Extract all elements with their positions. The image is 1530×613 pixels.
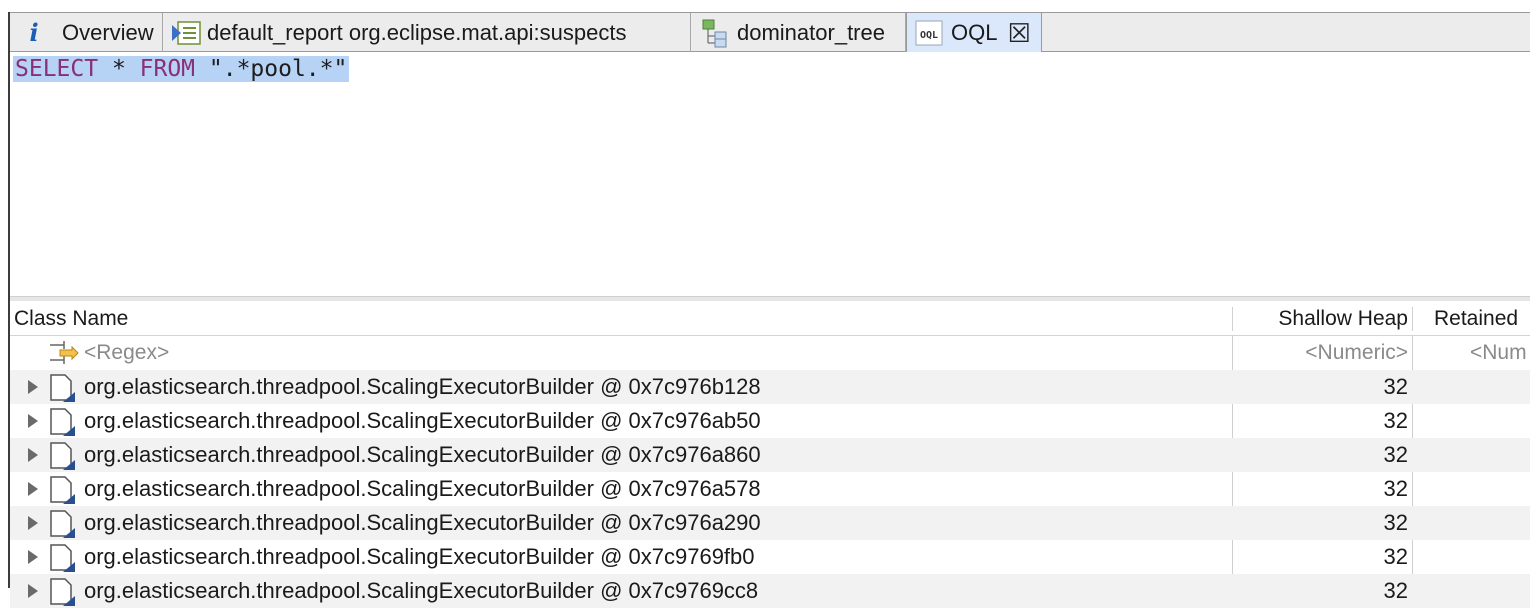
table-header: Class Name Shallow Heap Retained xyxy=(10,301,1530,336)
class-name-cell: org.elasticsearch.threadpool.ScalingExec… xyxy=(84,510,761,535)
keyword-select: SELECT xyxy=(15,56,99,82)
regex-filter-input[interactable]: <Regex> xyxy=(84,336,169,370)
tab-dominator-tree[interactable]: dominator_tree xyxy=(691,13,906,52)
query-text: SELECT * FROM ".*pool.*" xyxy=(13,56,350,82)
class-name-cell: org.elasticsearch.threadpool.ScalingExec… xyxy=(84,476,761,501)
table-row[interactable]: org.elasticsearch.threadpool.ScalingExec… xyxy=(10,438,1530,472)
column-header-retained[interactable]: Retained xyxy=(1434,301,1530,336)
table-row[interactable]: org.elasticsearch.threadpool.ScalingExec… xyxy=(10,506,1530,540)
column-header-shallow-heap[interactable]: Shallow Heap xyxy=(1232,301,1408,336)
tab-label: OQL xyxy=(951,19,998,45)
report-icon xyxy=(169,19,203,47)
shallow-heap-cell: 32 xyxy=(1383,476,1408,501)
class-name-cell: org.elasticsearch.threadpool.ScalingExec… xyxy=(84,374,761,399)
oql-icon: OQL xyxy=(915,20,943,46)
table-row[interactable]: org.elasticsearch.threadpool.ScalingExec… xyxy=(10,404,1530,438)
shallow-heap-filter-input[interactable]: <Numeric> xyxy=(1236,336,1408,370)
object-instance-icon xyxy=(48,577,78,613)
close-icon[interactable]: ☒ xyxy=(1007,20,1030,46)
results-table: Class Name Shallow Heap Retained <Regex>… xyxy=(10,301,1530,608)
tab-default-report[interactable]: default_report org.eclipse.mat.api:suspe… xyxy=(163,13,691,52)
column-header-class-name[interactable]: Class Name xyxy=(14,301,1224,336)
table-row[interactable]: org.elasticsearch.threadpool.ScalingExec… xyxy=(10,574,1530,608)
keyword-from: FROM xyxy=(139,56,196,82)
shallow-heap-cell: 32 xyxy=(1383,578,1408,603)
tab-label: Overview xyxy=(62,19,154,45)
shallow-heap-cell: 32 xyxy=(1383,510,1408,535)
class-name-cell: org.elasticsearch.threadpool.ScalingExec… xyxy=(84,408,761,433)
regex-filter-icon xyxy=(48,340,80,372)
table-row[interactable]: org.elasticsearch.threadpool.ScalingExec… xyxy=(10,370,1530,404)
class-name-cell: org.elasticsearch.threadpool.ScalingExec… xyxy=(84,442,761,467)
expand-arrow-icon[interactable] xyxy=(28,414,38,428)
shallow-heap-cell: 32 xyxy=(1383,544,1408,569)
expand-arrow-icon[interactable] xyxy=(28,516,38,530)
expand-arrow-icon[interactable] xyxy=(28,448,38,462)
expand-arrow-icon[interactable] xyxy=(28,482,38,496)
shallow-heap-cell: 32 xyxy=(1383,408,1408,433)
column-divider[interactable] xyxy=(1412,307,1413,331)
tab-overview[interactable]: i Overview xyxy=(10,13,163,52)
expand-arrow-icon[interactable] xyxy=(28,584,38,598)
select-star: * xyxy=(98,56,140,82)
retained-heap-filter-input[interactable]: <Num xyxy=(1470,336,1527,370)
tree-icon xyxy=(701,18,729,48)
oql-query-editor[interactable]: SELECT * FROM ".*pool.*" xyxy=(10,52,1530,296)
query-string: ".*pool.*" xyxy=(195,56,348,82)
table-row[interactable]: org.elasticsearch.threadpool.ScalingExec… xyxy=(10,472,1530,506)
info-icon: i xyxy=(29,18,39,47)
filter-row: <Regex> <Numeric> <Num xyxy=(10,336,1530,370)
expand-arrow-icon[interactable] xyxy=(28,550,38,564)
table-row[interactable]: org.elasticsearch.threadpool.ScalingExec… xyxy=(10,540,1530,574)
tab-label: dominator_tree xyxy=(737,19,885,45)
editor-tab-bar: i Overview default_report org.eclipse.ma… xyxy=(10,12,1530,52)
table-body: org.elasticsearch.threadpool.ScalingExec… xyxy=(10,370,1530,608)
shallow-heap-cell: 32 xyxy=(1383,442,1408,467)
class-name-cell: org.elasticsearch.threadpool.ScalingExec… xyxy=(84,544,755,569)
svg-text:OQL: OQL xyxy=(920,30,938,41)
expand-arrow-icon[interactable] xyxy=(28,380,38,394)
tab-label: default_report org.eclipse.mat.api:suspe… xyxy=(207,19,627,45)
shallow-heap-cell: 32 xyxy=(1383,374,1408,399)
tab-oql[interactable]: OQL OQL ☒ xyxy=(906,13,1042,52)
class-name-cell: org.elasticsearch.threadpool.ScalingExec… xyxy=(84,578,759,603)
